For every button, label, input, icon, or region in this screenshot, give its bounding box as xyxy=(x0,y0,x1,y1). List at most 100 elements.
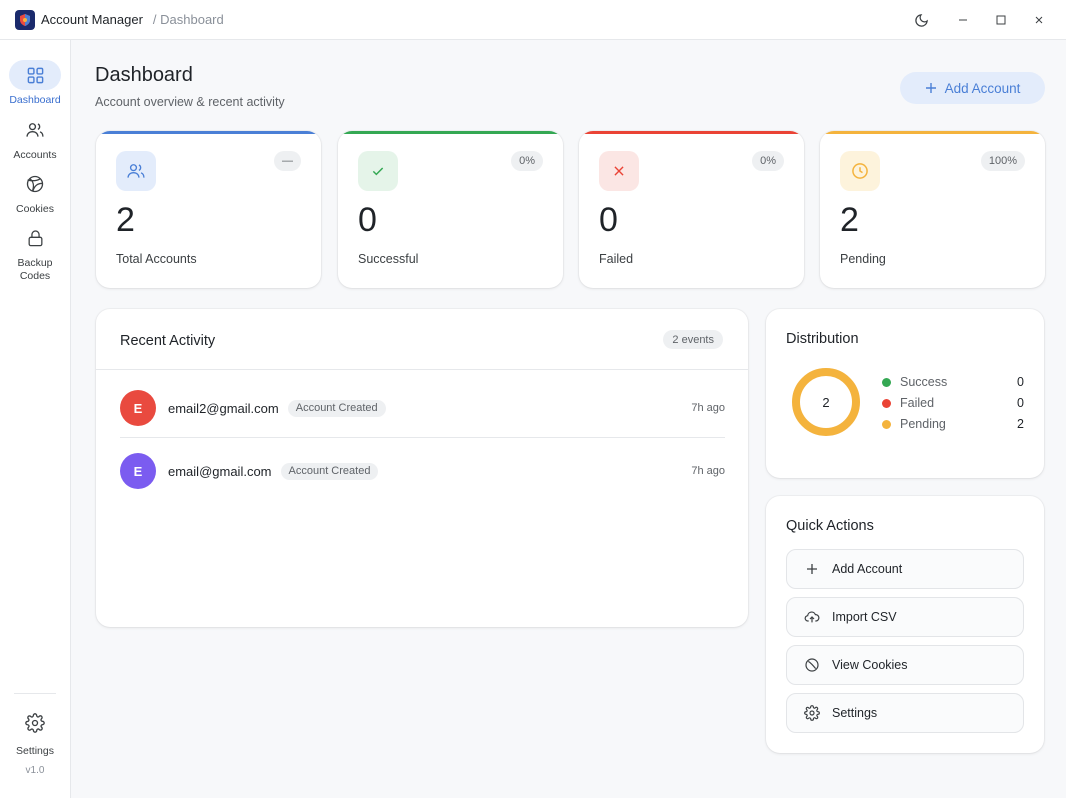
upload-cloud-icon xyxy=(804,609,820,625)
close-button[interactable] xyxy=(1020,0,1058,40)
stat-badge: — xyxy=(274,151,301,171)
stat-label: Pending xyxy=(840,252,886,266)
cookie-icon xyxy=(9,169,61,199)
page-subtitle: Account overview & recent activity xyxy=(95,95,285,109)
quick-actions-panel: Quick Actions Add Account Import CSV Vie… xyxy=(766,496,1044,753)
sidebar-item-label: Settings xyxy=(16,745,54,757)
stat-card-accent-bar xyxy=(96,131,321,134)
activity-row[interactable]: E email2@gmail.com Account Created 7h ag… xyxy=(120,390,725,426)
activity-time: 7h ago xyxy=(691,402,725,414)
stat-label: Successful xyxy=(358,252,419,266)
avatar: E xyxy=(120,453,156,489)
sidebar-item-cookies[interactable]: Cookies xyxy=(0,169,70,216)
minimize-icon xyxy=(959,19,967,21)
version-label: v1.0 xyxy=(25,765,45,776)
breadcrumb: / Dashboard xyxy=(152,12,224,27)
legend-label: Failed xyxy=(900,396,935,410)
plus-icon xyxy=(804,561,820,577)
activity-email: email2@gmail.com xyxy=(168,400,279,416)
stat-card-successful: 0% 0 Successful xyxy=(338,131,563,288)
row-divider xyxy=(120,437,725,438)
activity-tag: Account Created xyxy=(287,399,386,417)
users-icon xyxy=(9,115,61,145)
stat-card-accent-bar xyxy=(338,131,563,134)
gear-icon xyxy=(9,708,61,738)
quick-action-label: View Cookies xyxy=(832,658,908,672)
donut-center-value: 2 xyxy=(822,394,830,410)
plus-icon xyxy=(925,83,936,93)
add-account-button[interactable]: Add Account xyxy=(900,72,1045,104)
legend-dot xyxy=(882,377,891,387)
close-icon xyxy=(1035,16,1043,24)
events-count-badge: 2 events xyxy=(663,330,723,349)
stat-card-failed: 0% 0 Failed xyxy=(579,131,804,288)
distribution-title: Distribution xyxy=(786,331,859,347)
legend-value: 0 xyxy=(1017,396,1024,410)
legend-value: 0 xyxy=(1017,375,1024,389)
stat-card-total-accounts: — 2 Total Accounts xyxy=(96,131,321,288)
sidebar-item-backup-codes[interactable]: Backup Codes xyxy=(0,223,70,282)
avatar: E xyxy=(120,390,156,426)
recent-activity-panel: Recent Activity 2 events E email2@gmail.… xyxy=(96,309,748,627)
legend-dot xyxy=(882,398,891,408)
activity-row[interactable]: E email@gmail.com Account Created 7h ago xyxy=(120,453,725,489)
maximize-button[interactable] xyxy=(982,0,1020,40)
minimize-button[interactable] xyxy=(944,0,982,40)
import-csv-button[interactable]: Import CSV xyxy=(786,597,1024,637)
lock-icon xyxy=(9,223,61,253)
legend-dot xyxy=(882,419,891,429)
stat-value: 2 xyxy=(116,201,135,239)
sidebar-item-dashboard[interactable]: Dashboard xyxy=(0,60,70,107)
quick-actions-title: Quick Actions xyxy=(786,518,874,534)
quick-action-label: Settings xyxy=(832,706,878,720)
x-icon xyxy=(599,151,639,191)
page-title: Dashboard xyxy=(95,64,193,86)
recent-activity-title: Recent Activity xyxy=(120,333,216,349)
quick-action-label: Add Account xyxy=(832,562,903,576)
stat-label: Failed xyxy=(599,252,634,266)
legend-label: Pending xyxy=(900,417,946,431)
grid-icon xyxy=(9,60,61,90)
sidebar-divider xyxy=(14,693,56,694)
add-account-label: Add Account xyxy=(944,80,1021,96)
sidebar: Dashboard Accounts Cookies Backup Codes … xyxy=(0,40,71,798)
users-icon xyxy=(116,151,156,191)
quick-action-label: Import CSV xyxy=(832,610,897,624)
theme-toggle-button[interactable] xyxy=(902,0,940,40)
legend-label: Success xyxy=(900,375,948,389)
legend-row-success: Success 0 xyxy=(882,375,1024,389)
view-cookies-button[interactable]: View Cookies xyxy=(786,645,1024,685)
divider xyxy=(96,369,748,370)
stat-value: 0 xyxy=(599,201,618,239)
sidebar-item-label: Cookies xyxy=(16,203,54,215)
stat-value: 0 xyxy=(358,201,377,239)
activity-email: email@gmail.com xyxy=(168,463,272,479)
moon-icon xyxy=(914,13,928,27)
stat-badge: 100% xyxy=(980,151,1025,171)
activity-time: 7h ago xyxy=(691,465,725,477)
cookie-icon xyxy=(804,657,820,673)
stat-card-accent-bar xyxy=(820,131,1045,134)
stat-badge: 0% xyxy=(511,151,543,171)
sidebar-item-label: Dashboard xyxy=(9,94,61,106)
app-logo-icon xyxy=(15,9,35,30)
settings-button[interactable]: Settings xyxy=(786,693,1024,733)
legend-row-failed: Failed 0 xyxy=(882,396,1024,410)
gear-icon xyxy=(804,705,820,721)
quick-add-account-button[interactable]: Add Account xyxy=(786,549,1024,589)
activity-tag: Account Created xyxy=(280,462,379,480)
sidebar-item-settings[interactable]: Settings xyxy=(0,708,70,758)
stat-value: 2 xyxy=(840,201,859,239)
sidebar-item-label: Accounts xyxy=(13,149,57,161)
maximize-icon xyxy=(996,15,1006,25)
stat-badge: 0% xyxy=(752,151,784,171)
stat-card-accent-bar xyxy=(579,131,804,134)
stat-label: Total Accounts xyxy=(116,252,197,266)
distribution-panel: Distribution 2 Success 0 Failed 0 Pendin… xyxy=(766,309,1044,478)
title-bar: Account Manager / Dashboard xyxy=(0,0,1066,40)
sidebar-item-label: Backup Codes xyxy=(17,257,53,282)
legend-value: 2 xyxy=(1017,417,1024,431)
app-title: Account Manager xyxy=(41,12,143,27)
legend-row-pending: Pending 2 xyxy=(882,417,1024,431)
sidebar-item-accounts[interactable]: Accounts xyxy=(0,115,70,162)
